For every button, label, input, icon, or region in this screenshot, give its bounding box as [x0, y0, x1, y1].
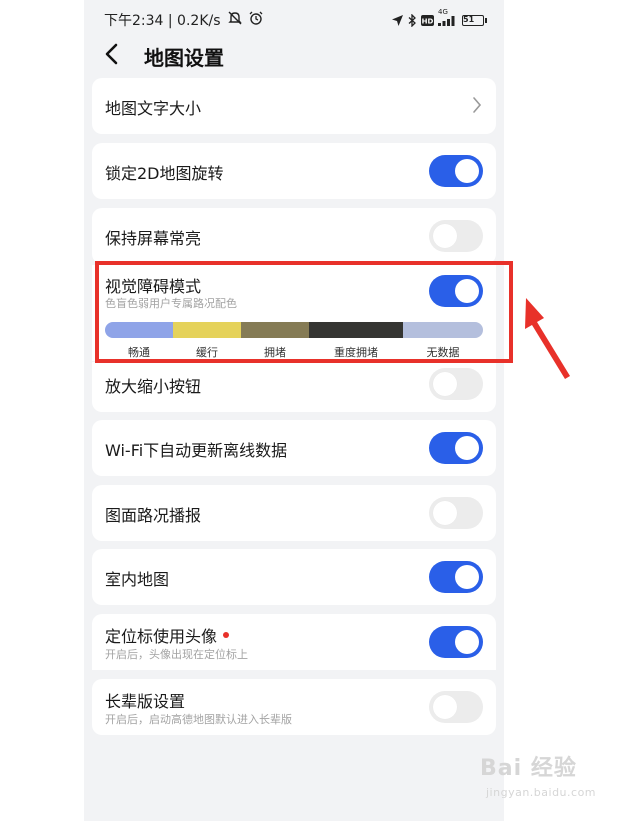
setting-label: 长辈版设置	[105, 692, 186, 711]
legend-color-nodata	[403, 322, 483, 338]
setting-sublabel: 色盲色弱用户专属路况配色	[105, 297, 237, 310]
watermark-url: jingyan.baidu.com	[486, 786, 597, 799]
setting-label: 保持屏幕常亮	[105, 229, 202, 248]
keep-screen-on-toggle[interactable]	[429, 220, 483, 252]
chevron-right-icon	[472, 96, 482, 118]
notification-muted-icon	[227, 11, 243, 29]
legend-color-heavy	[309, 322, 403, 338]
network-type: 4G	[438, 8, 448, 16]
setting-sublabel: 开启后，头像出现在定位标上	[105, 648, 248, 661]
status-time: 下午2:34 | 0.2K/s	[104, 13, 221, 29]
page-header: 地图设置	[104, 38, 224, 74]
setting-label: 定位标使用头像	[105, 623, 230, 647]
legend-color-congested	[241, 322, 309, 338]
indoor-map-toggle[interactable]	[429, 561, 483, 593]
watermark-logo: Bai 经验	[480, 756, 577, 781]
setting-row-keep-screen-on: 保持屏幕常亮	[92, 208, 496, 264]
avatar-marker-toggle[interactable]	[429, 626, 483, 658]
setting-row-lock-2d-rotation: 锁定2D地图旋转	[92, 143, 496, 199]
setting-label: 地图文字大小	[105, 99, 202, 118]
lock-2d-rotation-toggle[interactable]	[429, 155, 483, 187]
setting-label: 图面路况播报	[105, 506, 202, 525]
hd-icon: HD	[421, 14, 434, 26]
legend-label: 重度拥堵	[334, 346, 378, 359]
alarm-clock-icon	[249, 11, 263, 29]
setting-row-visual-impairment: 视觉障碍模式 色盲色弱用户专属路况配色 畅通 缓行 拥堵 重度拥堵 无数据	[92, 265, 496, 361]
back-button[interactable]	[104, 38, 134, 74]
elder-mode-toggle[interactable]	[429, 691, 483, 723]
traffic-legend-labels: 畅通 缓行 拥堵 重度拥堵 无数据	[105, 344, 483, 360]
setting-label: 室内地图	[105, 570, 170, 589]
zoom-buttons-toggle[interactable]	[429, 368, 483, 400]
legend-label: 畅通	[128, 346, 150, 359]
setting-row-indoor-map: 室内地图	[92, 549, 496, 605]
signal-icon: 4G	[438, 8, 458, 26]
baidu-watermark: Bai 经验 jingyan.baidu.com	[480, 750, 620, 810]
traffic-color-legend	[105, 322, 483, 338]
legend-color-smooth	[105, 322, 173, 338]
status-bar: 下午2:34 | 0.2K/s HD 4G 51	[104, 8, 487, 32]
setting-row-avatar-marker: 定位标使用头像 开启后，头像出现在定位标上	[92, 614, 496, 670]
setting-row-traffic-broadcast: 图面路况播报	[92, 485, 496, 541]
setting-label: 视觉障碍模式	[105, 277, 202, 296]
visual-impairment-toggle[interactable]	[429, 275, 483, 307]
setting-label-text: 定位标使用头像	[105, 627, 218, 646]
svg-text:HD: HD	[422, 17, 434, 25]
legend-label: 拥堵	[264, 346, 286, 359]
setting-row-text-size[interactable]: 地图文字大小	[92, 78, 496, 134]
setting-label: Wi-Fi下自动更新离线数据	[105, 441, 288, 460]
new-badge-dot	[223, 631, 230, 638]
setting-row-zoom-buttons: 放大缩小按钮	[92, 362, 496, 412]
page-title: 地图设置	[144, 45, 224, 70]
location-arrow-icon	[391, 14, 404, 27]
traffic-broadcast-toggle[interactable]	[429, 497, 483, 529]
setting-sublabel: 开启后，启动高德地图默认进入长辈版	[105, 713, 292, 726]
setting-row-elder-mode: 长辈版设置 开启后，启动高德地图默认进入长辈版	[92, 679, 496, 735]
setting-label: 放大缩小按钮	[105, 377, 202, 396]
legend-label: 缓行	[196, 346, 218, 359]
back-arrow-icon	[104, 43, 118, 69]
legend-label: 无数据	[426, 346, 460, 359]
legend-color-slow	[173, 322, 241, 338]
pointer-arrow-icon	[516, 292, 576, 386]
bluetooth-icon	[408, 13, 417, 27]
wifi-auto-update-toggle[interactable]	[429, 432, 483, 464]
setting-row-wifi-auto-update: Wi-Fi下自动更新离线数据	[92, 420, 496, 476]
setting-label: 锁定2D地图旋转	[105, 164, 224, 183]
battery-icon: 51	[462, 14, 487, 26]
